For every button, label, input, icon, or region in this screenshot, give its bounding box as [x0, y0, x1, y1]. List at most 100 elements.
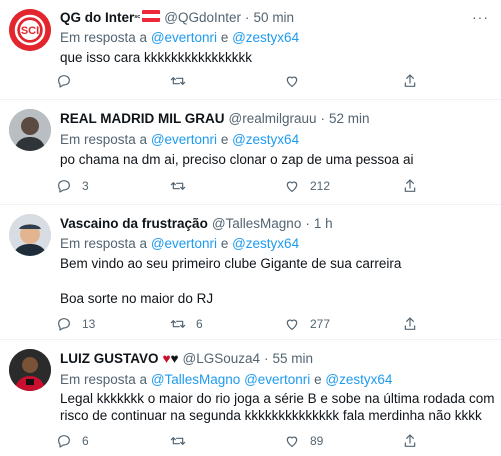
share-icon — [404, 179, 416, 192]
reply-count: 13 — [82, 317, 96, 331]
retweet-button[interactable] — [170, 178, 196, 194]
reply-button[interactable]: 6 — [56, 433, 89, 449]
tweet-actions: 13 6 277 — [56, 316, 456, 336]
retweet-count: 6 — [196, 317, 203, 331]
black-heart-icon: ♥ — [170, 351, 179, 366]
retweet-icon — [170, 320, 186, 328]
timestamp[interactable]: 55 min — [273, 351, 314, 366]
mention-link[interactable]: @zestyx64 — [232, 236, 299, 251]
tweet-text: que isso cara kkkkkkkkkkkkkkkk — [60, 50, 253, 65]
share-icon — [404, 74, 416, 87]
reply-joiner: e — [314, 372, 322, 387]
tweet-text-line: Boa sorte no maior do RJ — [60, 291, 214, 306]
reply-count: 6 — [82, 434, 89, 448]
share-icon — [404, 317, 416, 330]
mention-link[interactable]: @zestyx64 — [232, 132, 299, 147]
display-name[interactable]: QG do Inter — [60, 10, 134, 25]
like-count: 89 — [310, 434, 324, 448]
reply-joiner: e — [220, 132, 229, 147]
tweet-header: REAL MADRID MIL GRAU @realmilgrauu · 52 … — [60, 111, 370, 126]
tweet-text-line: Bem vindo ao seu primeiro clube Gigante … — [60, 256, 402, 271]
tweet-qg-do-inter[interactable]: SCI QG do Inter ˢᶜ @QGdoInter · 50 min ·… — [0, 0, 501, 100]
timestamp[interactable]: 1 h — [314, 216, 333, 231]
tweet-actions — [56, 73, 456, 93]
display-name[interactable]: REAL MADRID MIL GRAU — [60, 111, 225, 126]
like-button[interactable] — [284, 73, 310, 89]
reply-joiner: e — [220, 236, 229, 251]
share-button[interactable] — [402, 316, 418, 332]
mention-link[interactable]: @zestyx64 — [325, 372, 392, 387]
mention-link[interactable]: @evertonri — [151, 30, 217, 45]
name-suffix: ˢᶜ — [134, 13, 141, 22]
tweet-vascaino-da-frustracao[interactable]: Vascaino da frustração @TallesMagno · 1 … — [0, 205, 501, 340]
reply-prefix: Em resposta a — [60, 236, 148, 251]
avatar[interactable] — [9, 349, 51, 391]
reply-joiner: e — [220, 30, 229, 45]
reply-count: 3 — [82, 179, 89, 193]
share-button[interactable] — [402, 73, 418, 89]
handle[interactable]: @QGdoInter — [164, 10, 241, 25]
display-name[interactable]: LUIZ GUSTAVO — [60, 351, 159, 366]
reply-button[interactable] — [56, 73, 82, 89]
handle[interactable]: @LGSouza4 — [183, 351, 261, 366]
retweet-icon — [170, 182, 186, 190]
reply-prefix: Em resposta a — [60, 132, 148, 147]
reply-context: Em resposta a @evertonri e @zestyx64 — [60, 132, 299, 147]
inter-crest-icon: SCI — [9, 9, 51, 51]
reply-icon — [58, 180, 70, 193]
mention-link[interactable]: @evertonri — [151, 132, 217, 147]
mention-link[interactable]: @evertonri — [151, 236, 217, 251]
tweet-actions: 6 89 — [56, 433, 456, 453]
mention-link[interactable]: @TallesMagno — [151, 372, 241, 387]
display-name[interactable]: Vascaino da frustração — [60, 216, 208, 231]
like-button[interactable]: 277 — [284, 316, 330, 332]
reply-icon — [58, 318, 70, 331]
like-icon — [286, 181, 298, 192]
tweet-text-line: risco de continuar na segunda kkkkkkkkkk… — [60, 408, 482, 423]
avatar[interactable] — [9, 214, 51, 256]
avatar[interactable] — [9, 109, 51, 151]
tweet-luiz-gustavo[interactable]: LUIZ GUSTAVO ♥♥ @LGSouza4 · 55 min Em re… — [0, 340, 501, 456]
mention-link[interactable]: @zestyx64 — [232, 30, 299, 45]
like-button[interactable]: 89 — [284, 433, 323, 449]
reply-context: Em resposta a @TallesMagno @evertonri e … — [60, 372, 392, 387]
mention-link[interactable]: @evertonri — [244, 372, 310, 387]
reply-context: Em resposta a @evertonri e @zestyx64 — [60, 236, 299, 251]
handle[interactable]: @realmilgrauu — [229, 111, 317, 126]
retweet-button[interactable] — [170, 433, 196, 449]
reply-button[interactable]: 13 — [56, 316, 95, 332]
reply-button[interactable]: 3 — [56, 178, 89, 194]
tweet-header: QG do Inter ˢᶜ @QGdoInter · 50 min — [60, 10, 294, 25]
retweet-icon — [170, 77, 186, 85]
share-button[interactable] — [402, 178, 418, 194]
reply-icon — [58, 75, 70, 88]
retweet-icon — [170, 437, 186, 445]
reply-prefix: Em resposta a — [60, 30, 148, 45]
timestamp[interactable]: 52 min — [329, 111, 370, 126]
more-icon[interactable]: ··· — [472, 9, 489, 25]
reply-icon — [58, 435, 70, 448]
separator-dot: · — [245, 10, 250, 25]
red-heart-icon: ♥ — [162, 351, 171, 366]
share-button[interactable] — [402, 433, 418, 449]
like-icon — [286, 319, 298, 330]
user-photo-icon — [9, 109, 51, 151]
separator-dot: · — [305, 216, 310, 231]
retweet-button[interactable]: 6 — [170, 316, 203, 332]
handle[interactable]: @TallesMagno — [212, 216, 302, 231]
user-photo-icon — [9, 349, 51, 391]
separator-dot: · — [320, 111, 326, 126]
share-icon — [404, 434, 416, 447]
retweet-button[interactable] — [170, 73, 196, 89]
austria-flag-icon — [142, 10, 161, 25]
like-icon — [286, 76, 298, 87]
like-count: 277 — [310, 317, 331, 331]
avatar[interactable]: SCI — [9, 9, 51, 51]
like-button[interactable]: 212 — [284, 178, 330, 194]
tweet-real-madrid-mil-grau[interactable]: REAL MADRID MIL GRAU @realmilgrauu · 52 … — [0, 100, 501, 205]
tweet-text-line: Legal kkkkkkk o maior do rio joga a séri… — [60, 391, 495, 406]
svg-text:SCI: SCI — [21, 25, 39, 37]
tweet-header: Vascaino da frustração @TallesMagno · 1 … — [60, 216, 333, 231]
like-icon — [286, 436, 298, 447]
timestamp[interactable]: 50 min — [254, 10, 295, 25]
